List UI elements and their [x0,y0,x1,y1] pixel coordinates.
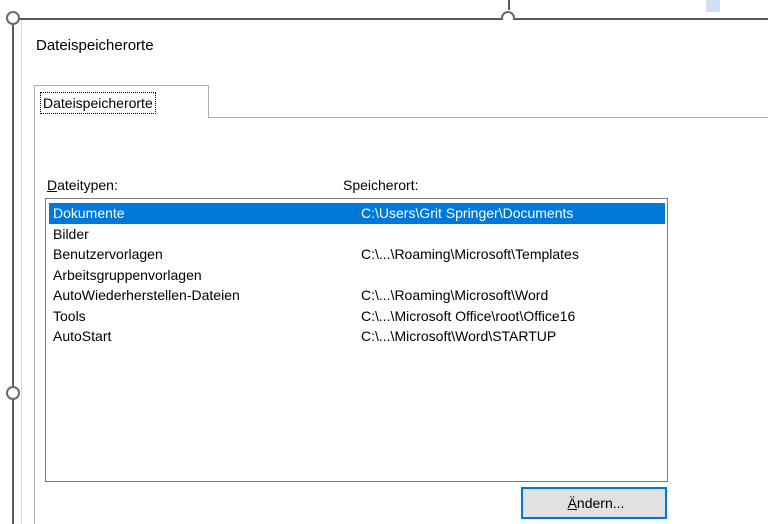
change-button-mnemonic: Ä [567,495,577,511]
list-item-type: Arbeitsgruppenvorlagen [53,266,202,283]
selection-frame-tick [508,0,510,10]
list-item-type: Bilder [53,225,89,242]
file-types-header-text: ateitypen: [57,177,118,193]
resize-handle-top-left[interactable] [6,11,20,25]
tab-label: Dateispeicherorte [40,92,156,114]
file-types-header: Dateitypen: [47,176,118,194]
file-types-listbox[interactable]: Dokumente C:\Users\Grit Springer\Documen… [45,198,668,482]
list-item-location: C:\...\Microsoft Office\root\Office16 [361,307,576,324]
list-item[interactable]: Benutzervorlagen C:\...\Roaming\Microsof… [49,244,665,265]
change-button-label: ndern... [576,495,625,511]
list-item-type: AutoWiederherstellen-Dateien [53,287,240,303]
list-item[interactable]: AutoWiederherstellen-Dateien C:\...\Roam… [49,285,665,306]
tab-file-locations[interactable]: Dateispeicherorte [34,85,209,118]
list-item-location: C:\Users\Grit Springer\Documents [361,205,574,221]
list-item[interactable]: Dokumente C:\Users\Grit Springer\Documen… [49,203,665,224]
change-button[interactable]: Ändern... [521,487,667,519]
selection-frame-left [12,18,14,524]
list-item[interactable]: Bilder [49,224,665,245]
list-item-location: C:\...\Microsoft\Word\STARTUP [361,328,557,344]
list-item-location: C:\...\Roaming\Microsoft\Templates [361,246,579,262]
list-item-location: C:\...\Roaming\Microsoft\Word [361,287,549,303]
list-item-type: Benutzervorlagen [53,246,163,262]
resize-handle-middle-left[interactable] [6,386,20,400]
location-header: Speicherort: [343,177,419,193]
dialog-title: Dateispeicherorte [36,37,154,54]
list-item-type: Tools [53,307,86,324]
file-types-header-mnemonic: D [47,177,58,193]
list-item-type: AutoStart [53,328,112,344]
list-item[interactable]: Tools C:\...\Microsoft Office\root\Offic… [49,306,665,327]
background-accent [706,0,720,12]
list-item-type: Dokumente [53,205,125,221]
list-item[interactable]: Arbeitsgruppenvorlagen [49,265,665,286]
list-item[interactable]: AutoStart C:\...\Microsoft\Word\STARTUP [49,326,665,347]
